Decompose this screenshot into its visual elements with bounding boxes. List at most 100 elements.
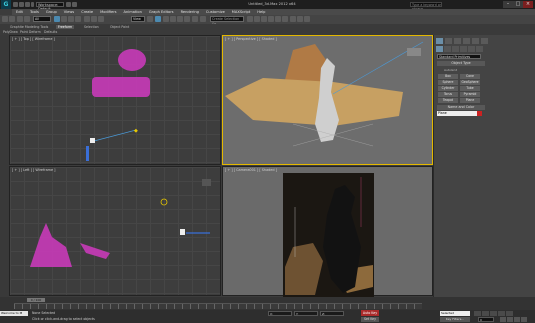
edit-named-selection-icon[interactable] bbox=[192, 16, 198, 22]
track-bar[interactable] bbox=[14, 303, 422, 309]
object-type-rollout[interactable]: Object Type bbox=[437, 61, 485, 66]
ribbon-paint-deform[interactable]: Paint Deform bbox=[20, 30, 41, 34]
pyramid-button[interactable]: Pyramid bbox=[460, 92, 480, 97]
named-selection-set-dropdown[interactable]: Create Selection Se bbox=[210, 16, 244, 26]
layer-manager-icon[interactable] bbox=[254, 16, 260, 22]
teapot-button[interactable]: Teapot bbox=[438, 98, 458, 103]
cone-button[interactable]: Cone bbox=[460, 74, 480, 79]
new-icon[interactable] bbox=[13, 2, 18, 7]
viewport-top[interactable]: [ + ] [ Top ] [ Wireframe ] ◆ bbox=[9, 35, 221, 165]
object-category-dropdown[interactable]: Standard Primitives bbox=[437, 54, 481, 59]
undo-icon[interactable] bbox=[2, 16, 8, 22]
material-editor-icon[interactable] bbox=[282, 16, 288, 22]
scale-icon[interactable] bbox=[98, 16, 104, 22]
unlink-icon[interactable] bbox=[24, 16, 30, 22]
maximize-button[interactable]: □ bbox=[513, 1, 523, 8]
mirror-icon[interactable] bbox=[200, 16, 206, 22]
geometry-icon[interactable] bbox=[436, 46, 443, 52]
tab-graphite-modeling-tools[interactable]: Graphite Modeling Tools bbox=[10, 25, 48, 29]
tube-button[interactable]: Tube bbox=[460, 86, 480, 91]
viewport-perspective[interactable]: [ + ] [ Perspective ] [ Shaded ] bbox=[222, 35, 433, 165]
spacewarps-icon[interactable] bbox=[476, 46, 483, 52]
tab-object-paint[interactable]: Object Paint bbox=[110, 25, 129, 29]
rotate-icon[interactable] bbox=[91, 16, 97, 22]
viewport-left[interactable]: [ + ] [ Left ] [ Wireframe ] bbox=[9, 166, 221, 296]
lights-icon[interactable] bbox=[452, 46, 459, 52]
cameras-icon[interactable] bbox=[460, 46, 467, 52]
ribbon-polydraw[interactable]: PolyDraw bbox=[3, 30, 18, 34]
helpers-icon[interactable] bbox=[468, 46, 475, 52]
next-frame-icon[interactable] bbox=[498, 311, 505, 316]
ribbon-defaults[interactable]: Defaults bbox=[44, 30, 57, 34]
key-filters-button[interactable]: Key Filters... bbox=[440, 317, 470, 322]
selection-filter-dropdown[interactable]: All bbox=[33, 16, 51, 22]
time-slider[interactable]: 0 / 100 bbox=[27, 298, 45, 302]
modify-tab-icon[interactable] bbox=[445, 38, 452, 44]
y-coordinate-field[interactable]: Y: bbox=[294, 311, 318, 316]
rect-selection-icon[interactable] bbox=[68, 16, 74, 22]
geosphere-button[interactable]: GeoSphere bbox=[460, 80, 480, 85]
percent-snap-icon[interactable] bbox=[177, 16, 183, 22]
auto-key-button[interactable]: Auto Key bbox=[361, 310, 379, 316]
create-tab-icon[interactable] bbox=[436, 38, 443, 44]
rendered-frame-window-icon[interactable] bbox=[297, 16, 303, 22]
pivot-center-icon[interactable] bbox=[147, 16, 153, 22]
object-name-field[interactable]: Plane bbox=[437, 111, 477, 116]
name-and-color-rollout[interactable]: Name and Color bbox=[437, 105, 485, 110]
curve-editor-icon[interactable] bbox=[268, 16, 274, 22]
maxscript-listener[interactable]: Welcome to M bbox=[0, 311, 28, 316]
shapes-icon[interactable] bbox=[444, 46, 451, 52]
autogrid-checkbox[interactable]: AutoGrid bbox=[444, 68, 457, 72]
key-selection-dropdown[interactable]: Selected bbox=[440, 311, 470, 316]
save-icon[interactable] bbox=[25, 2, 30, 7]
go-to-start-icon[interactable] bbox=[474, 311, 481, 316]
graphite-toggle-icon[interactable] bbox=[261, 16, 267, 22]
cylinder-button[interactable]: Cylinder bbox=[438, 86, 458, 91]
select-object-icon[interactable] bbox=[54, 16, 60, 22]
redo-icon[interactable] bbox=[66, 2, 71, 7]
undo-icon[interactable] bbox=[31, 2, 34, 7]
sphere-button[interactable]: Sphere bbox=[438, 80, 458, 85]
schematic-view-icon[interactable] bbox=[275, 16, 281, 22]
pan-icon[interactable] bbox=[507, 317, 513, 322]
snaps-toggle-icon[interactable] bbox=[163, 16, 169, 22]
select-manipulate-icon[interactable] bbox=[155, 16, 161, 22]
workspace-dropdown[interactable]: Workspace: Default bbox=[36, 2, 64, 11]
close-button[interactable]: × bbox=[523, 1, 533, 8]
tab-freeform[interactable]: Freeform bbox=[56, 25, 75, 29]
set-key-button[interactable]: Set Key bbox=[361, 317, 379, 322]
zoom-icon[interactable] bbox=[500, 317, 506, 322]
move-icon[interactable] bbox=[84, 16, 90, 22]
align-icon[interactable] bbox=[247, 16, 253, 22]
link-icon[interactable] bbox=[17, 16, 23, 22]
maximize-viewport-icon[interactable] bbox=[521, 317, 527, 322]
select-by-name-icon[interactable] bbox=[61, 16, 67, 22]
x-coordinate-field[interactable]: X: bbox=[268, 311, 292, 316]
reference-coordinate-dropdown[interactable]: View bbox=[131, 16, 145, 22]
hierarchy-tab-icon[interactable] bbox=[454, 38, 461, 44]
viewport-camera[interactable]: [ + ] [ Camera001 ] [ Shaded ] bbox=[222, 166, 433, 297]
previous-frame-icon[interactable] bbox=[482, 311, 489, 316]
current-frame-field[interactable]: 0 bbox=[478, 317, 494, 322]
object-color-swatch[interactable] bbox=[477, 111, 482, 116]
search-input[interactable]: Type a keyword or phrase bbox=[410, 2, 442, 11]
plane-button[interactable]: Plane bbox=[460, 98, 480, 103]
angle-snap-icon[interactable] bbox=[170, 16, 176, 22]
display-tab-icon[interactable] bbox=[472, 38, 479, 44]
open-icon[interactable] bbox=[19, 2, 24, 7]
window-crossing-icon[interactable] bbox=[75, 16, 81, 22]
play-icon[interactable] bbox=[490, 311, 497, 316]
go-to-end-icon[interactable] bbox=[506, 311, 513, 316]
spinner-snap-icon[interactable] bbox=[184, 16, 190, 22]
orbit-icon[interactable] bbox=[514, 317, 520, 322]
app-logo-icon[interactable]: G bbox=[1, 0, 11, 9]
z-coordinate-field[interactable]: Z: bbox=[320, 311, 344, 316]
motion-tab-icon[interactable] bbox=[463, 38, 470, 44]
torus-button[interactable]: Torus bbox=[438, 92, 458, 97]
box-button[interactable]: Box bbox=[438, 74, 458, 79]
project-folder-icon[interactable] bbox=[72, 2, 77, 7]
utilities-tab-icon[interactable] bbox=[481, 38, 488, 44]
tab-selection[interactable]: Selection bbox=[84, 25, 99, 29]
minimize-button[interactable]: – bbox=[503, 1, 513, 8]
redo-icon[interactable] bbox=[9, 16, 15, 22]
